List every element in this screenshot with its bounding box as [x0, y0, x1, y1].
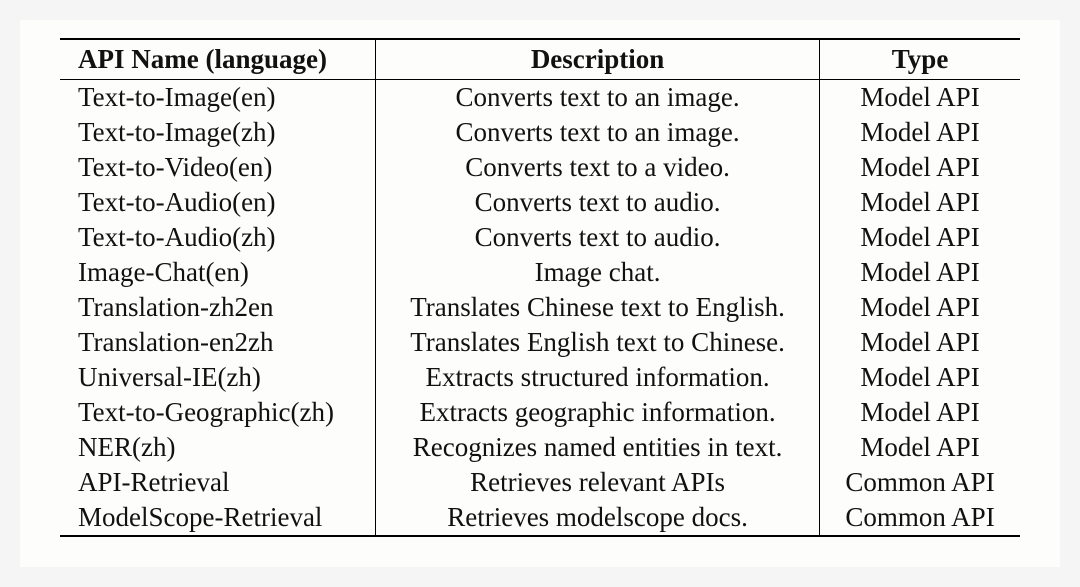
cell-description: Retrieves modelscope docs. [376, 500, 820, 536]
cell-api-name: Image-Chat(en) [60, 255, 376, 290]
cell-api-name: NER(zh) [60, 430, 376, 465]
cell-description: Converts text to an image. [376, 115, 820, 150]
table-row: Image-Chat(en) Image chat. Model API [60, 255, 1020, 290]
cell-type: Model API [820, 150, 1020, 185]
table-header-row: API Name (language) Description Type [60, 39, 1020, 80]
table-row: API-Retrieval Retrieves relevant APIs Co… [60, 465, 1020, 500]
cell-description: Extracts structured information. [376, 360, 820, 395]
cell-type: Model API [820, 115, 1020, 150]
table-row: Text-to-Image(en) Converts text to an im… [60, 80, 1020, 116]
header-description: Description [376, 39, 820, 80]
cell-api-name: Text-to-Audio(en) [60, 185, 376, 220]
cell-api-name: Text-to-Image(en) [60, 80, 376, 116]
cell-description: Image chat. [376, 255, 820, 290]
table-row: NER(zh) Recognizes named entities in tex… [60, 430, 1020, 465]
cell-description: Extracts geographic information. [376, 395, 820, 430]
cell-type: Model API [820, 395, 1020, 430]
table-row: ModelScope-Retrieval Retrieves modelscop… [60, 500, 1020, 536]
cell-type: Model API [820, 255, 1020, 290]
cell-type: Model API [820, 220, 1020, 255]
cell-type: Model API [820, 325, 1020, 360]
cell-type: Common API [820, 465, 1020, 500]
table-row: Text-to-Image(zh) Converts text to an im… [60, 115, 1020, 150]
cell-api-name: ModelScope-Retrieval [60, 500, 376, 536]
cell-description: Recognizes named entities in text. [376, 430, 820, 465]
cell-api-name: Text-to-Image(zh) [60, 115, 376, 150]
table-row: Translation-zh2en Translates Chinese tex… [60, 290, 1020, 325]
cell-description: Converts text to audio. [376, 220, 820, 255]
cell-type: Model API [820, 430, 1020, 465]
table-row: Text-to-Audio(zh) Converts text to audio… [60, 220, 1020, 255]
cell-description: Converts text to an image. [376, 80, 820, 116]
table-container: API Name (language) Description Type Tex… [20, 20, 1060, 567]
cell-api-name: API-Retrieval [60, 465, 376, 500]
cell-type: Model API [820, 290, 1020, 325]
table-row: Text-to-Audio(en) Converts text to audio… [60, 185, 1020, 220]
cell-api-name: Translation-zh2en [60, 290, 376, 325]
cell-type: Model API [820, 360, 1020, 395]
cell-api-name: Universal-IE(zh) [60, 360, 376, 395]
cell-api-name: Translation-en2zh [60, 325, 376, 360]
header-api-name: API Name (language) [60, 39, 376, 80]
cell-description: Retrieves relevant APIs [376, 465, 820, 500]
cell-description: Converts text to a video. [376, 150, 820, 185]
api-table: API Name (language) Description Type Tex… [60, 38, 1020, 537]
cell-type: Model API [820, 80, 1020, 116]
cell-type: Model API [820, 185, 1020, 220]
table-row: Text-to-Geographic(zh) Extracts geograph… [60, 395, 1020, 430]
cell-description: Translates English text to Chinese. [376, 325, 820, 360]
table-row: Translation-en2zh Translates English tex… [60, 325, 1020, 360]
cell-api-name: Text-to-Video(en) [60, 150, 376, 185]
header-type: Type [820, 39, 1020, 80]
cell-description: Converts text to audio. [376, 185, 820, 220]
table-row: Text-to-Video(en) Converts text to a vid… [60, 150, 1020, 185]
cell-api-name: Text-to-Geographic(zh) [60, 395, 376, 430]
table-row: Universal-IE(zh) Extracts structured inf… [60, 360, 1020, 395]
cell-description: Translates Chinese text to English. [376, 290, 820, 325]
cell-api-name: Text-to-Audio(zh) [60, 220, 376, 255]
cell-type: Common API [820, 500, 1020, 536]
